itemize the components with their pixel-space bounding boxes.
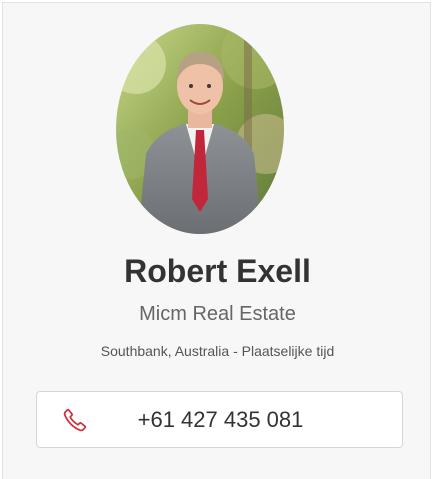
agency-name[interactable]: Micm Real Estate bbox=[3, 301, 432, 327]
phone-number[interactable]: +61 427 435 081 bbox=[37, 392, 404, 449]
agent-name: Robert Exell bbox=[124, 253, 311, 289]
call-button[interactable]: +61 427 435 081 bbox=[36, 391, 403, 448]
agent-card: Robert Exell Micm Real Estate Southbank,… bbox=[2, 2, 431, 479]
agent-location: Southbank, Australia - Plaatselijke tijd bbox=[100, 343, 335, 359]
agent-portrait-image bbox=[116, 24, 284, 234]
agent-photo[interactable] bbox=[116, 24, 284, 234]
